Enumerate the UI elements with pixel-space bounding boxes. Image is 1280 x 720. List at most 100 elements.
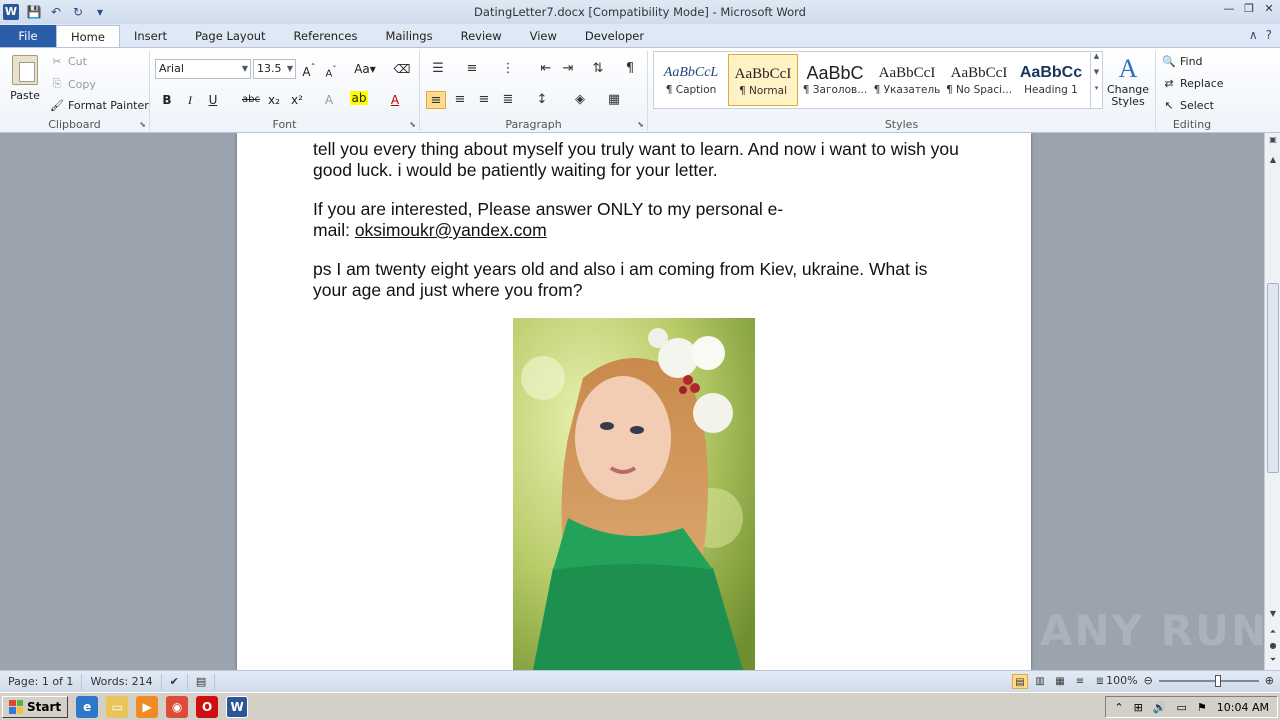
increase-indent-icon[interactable]: ⇥ bbox=[558, 60, 578, 78]
vertical-scrollbar[interactable]: ▣ ▲ ▼ ⏶ ● ⏷ bbox=[1264, 133, 1280, 670]
word-app-icon[interactable]: W bbox=[3, 4, 19, 20]
next-page-icon[interactable]: ⏷ bbox=[1265, 655, 1280, 665]
styles-gallery-scroll[interactable]: ▲ ▼ ▾ bbox=[1090, 52, 1102, 108]
zoom-out-icon[interactable]: ⊖ bbox=[1144, 674, 1153, 687]
customize-qat-icon[interactable]: ▾ bbox=[91, 3, 109, 21]
bold-icon[interactable]: B bbox=[158, 91, 176, 109]
tab-file[interactable]: File bbox=[0, 25, 56, 47]
minimize-icon[interactable]: — bbox=[1222, 2, 1236, 16]
align-center-icon[interactable]: ≡ bbox=[450, 91, 470, 109]
clock[interactable]: 10:04 AM bbox=[1217, 701, 1269, 714]
italic-icon[interactable]: I bbox=[181, 91, 199, 109]
replace-button[interactable]: ⇄ Replace bbox=[1162, 77, 1223, 90]
style-no-spacing[interactable]: AaBbCcI ¶ No Spaci... bbox=[944, 54, 1014, 106]
full-screen-reading-icon[interactable]: ▥ bbox=[1032, 674, 1048, 689]
start-button[interactable]: Start bbox=[2, 695, 69, 718]
tab-page-layout[interactable]: Page Layout bbox=[181, 25, 280, 47]
tab-review[interactable]: Review bbox=[447, 25, 516, 47]
outline-icon[interactable]: ≡ bbox=[1072, 674, 1088, 689]
network-icon[interactable]: ⊞ bbox=[1134, 701, 1143, 714]
cut-button[interactable]: ✂ Cut bbox=[50, 55, 87, 68]
scrollbar-thumb[interactable] bbox=[1267, 283, 1279, 473]
shading-icon[interactable]: ◈ bbox=[570, 91, 590, 109]
font-launcher-icon[interactable]: ⬊ bbox=[409, 120, 416, 129]
volume-icon[interactable]: 🔊 bbox=[1153, 701, 1167, 714]
zoom-slider[interactable] bbox=[1158, 674, 1259, 687]
scroll-up-icon[interactable]: ▲ bbox=[1265, 155, 1280, 164]
grow-font-icon[interactable]: Aˆ bbox=[300, 60, 318, 79]
proofing-icon[interactable]: ✔ bbox=[162, 673, 188, 690]
restore-icon[interactable]: ❐ bbox=[1242, 2, 1256, 16]
page-count[interactable]: Page: 1 of 1 bbox=[0, 673, 83, 690]
ruler-toggle-icon[interactable]: ▣ bbox=[1265, 135, 1280, 144]
minimize-ribbon-icon[interactable]: ∧ bbox=[1249, 28, 1258, 42]
internet-explorer-icon[interactable]: e bbox=[76, 695, 99, 718]
font-color-icon[interactable]: A bbox=[386, 91, 404, 109]
paragraph-launcher-icon[interactable]: ⬊ bbox=[637, 120, 644, 129]
pilcrow-icon[interactable]: ¶ bbox=[620, 60, 640, 78]
tab-mailings[interactable]: Mailings bbox=[371, 25, 446, 47]
undo-icon[interactable]: ↶ bbox=[47, 3, 65, 21]
copy-button[interactable]: ⎘ Copy bbox=[50, 77, 96, 91]
zoom-slider-knob[interactable] bbox=[1214, 674, 1221, 687]
tab-developer[interactable]: Developer bbox=[571, 25, 658, 47]
style-normal[interactable]: AaBbCcI ¶ Normal bbox=[728, 54, 798, 106]
paste-button[interactable]: Paste bbox=[8, 55, 42, 102]
tab-view[interactable]: View bbox=[516, 25, 571, 47]
justify-icon[interactable]: ≣ bbox=[498, 91, 518, 109]
style-index[interactable]: AaBbCcI ¶ Указатель bbox=[872, 54, 942, 106]
numbering-icon[interactable]: ≡ bbox=[462, 60, 482, 78]
align-right-icon[interactable]: ≡ bbox=[474, 91, 494, 109]
change-case-icon[interactable]: Aa▾ bbox=[353, 60, 377, 78]
sort-icon[interactable]: ⇅ bbox=[588, 60, 608, 78]
align-left-icon[interactable]: ≡ bbox=[426, 91, 446, 109]
document-page[interactable]: tell you every thing about myself you tr… bbox=[237, 133, 1031, 670]
web-layout-icon[interactable]: ▦ bbox=[1052, 674, 1068, 689]
zoom-level[interactable]: 100% bbox=[1106, 674, 1137, 687]
tab-home[interactable]: Home bbox=[56, 25, 120, 47]
display-icon[interactable]: ▭ bbox=[1177, 701, 1187, 714]
borders-icon[interactable]: ▦ bbox=[604, 91, 624, 109]
macro-record-icon[interactable]: ▤ bbox=[188, 673, 216, 690]
print-layout-icon[interactable]: ▤ bbox=[1012, 674, 1028, 689]
tray-expand-icon[interactable]: ⌃ bbox=[1114, 701, 1123, 714]
clipboard-launcher-icon[interactable]: ⬊ bbox=[139, 120, 146, 129]
subscript-icon[interactable]: x₂ bbox=[265, 91, 283, 109]
format-painter-button[interactable]: 🖌 Format Painter bbox=[50, 99, 149, 112]
chrome-icon[interactable]: ◉ bbox=[166, 695, 189, 718]
opera-icon[interactable]: O bbox=[196, 695, 219, 718]
tab-insert[interactable]: Insert bbox=[120, 25, 181, 47]
font-family-box[interactable]: Arial ▼ bbox=[155, 59, 251, 79]
style-heading-1[interactable]: AaBbCс Heading 1 bbox=[1016, 54, 1086, 106]
clear-formatting-icon[interactable]: ⌫ bbox=[393, 60, 411, 78]
strikethrough-icon[interactable]: abc bbox=[240, 91, 262, 109]
help-icon[interactable]: ? bbox=[1266, 28, 1272, 42]
style-name: ¶ Caption bbox=[665, 84, 717, 96]
flag-icon[interactable]: ⚑ bbox=[1197, 701, 1207, 714]
style-heading-ru[interactable]: AaBbC ¶ Заголов... bbox=[800, 54, 870, 106]
close-icon[interactable]: ✕ bbox=[1262, 2, 1276, 16]
line-spacing-icon[interactable]: ↕ bbox=[532, 91, 552, 109]
text-effects-icon[interactable]: A bbox=[320, 91, 338, 109]
save-icon[interactable]: 💾 bbox=[25, 3, 43, 21]
superscript-icon[interactable]: x² bbox=[288, 91, 306, 109]
highlight-icon[interactable]: ab bbox=[350, 91, 368, 105]
email-link[interactable]: oksimoukr@yandex.com bbox=[355, 220, 547, 240]
decrease-indent-icon[interactable]: ⇤ bbox=[536, 60, 556, 78]
select-button[interactable]: ↖ Select bbox=[1162, 99, 1214, 112]
underline-icon[interactable]: U bbox=[204, 91, 222, 109]
style-caption[interactable]: AaBbCcL ¶ Caption bbox=[656, 54, 726, 106]
word-count[interactable]: Words: 214 bbox=[82, 673, 162, 690]
find-button[interactable]: 🔍 Find bbox=[1162, 55, 1202, 68]
bullets-icon[interactable]: ☰ bbox=[428, 60, 448, 78]
media-player-icon[interactable]: ▶ bbox=[136, 695, 159, 718]
tab-references[interactable]: References bbox=[280, 25, 372, 47]
change-styles-button[interactable]: A Change Styles bbox=[1106, 54, 1150, 108]
zoom-in-icon[interactable]: ⊕ bbox=[1265, 674, 1274, 687]
redo-icon[interactable]: ↻ bbox=[69, 3, 87, 21]
multilevel-list-icon[interactable]: ⋮ bbox=[498, 60, 518, 78]
folder-icon[interactable]: ▭ bbox=[106, 695, 129, 718]
font-size-box[interactable]: 13.5 ▼ bbox=[253, 59, 296, 79]
word-taskbar-icon[interactable]: W bbox=[226, 695, 249, 718]
shrink-font-icon[interactable]: Aˇ bbox=[322, 60, 340, 79]
